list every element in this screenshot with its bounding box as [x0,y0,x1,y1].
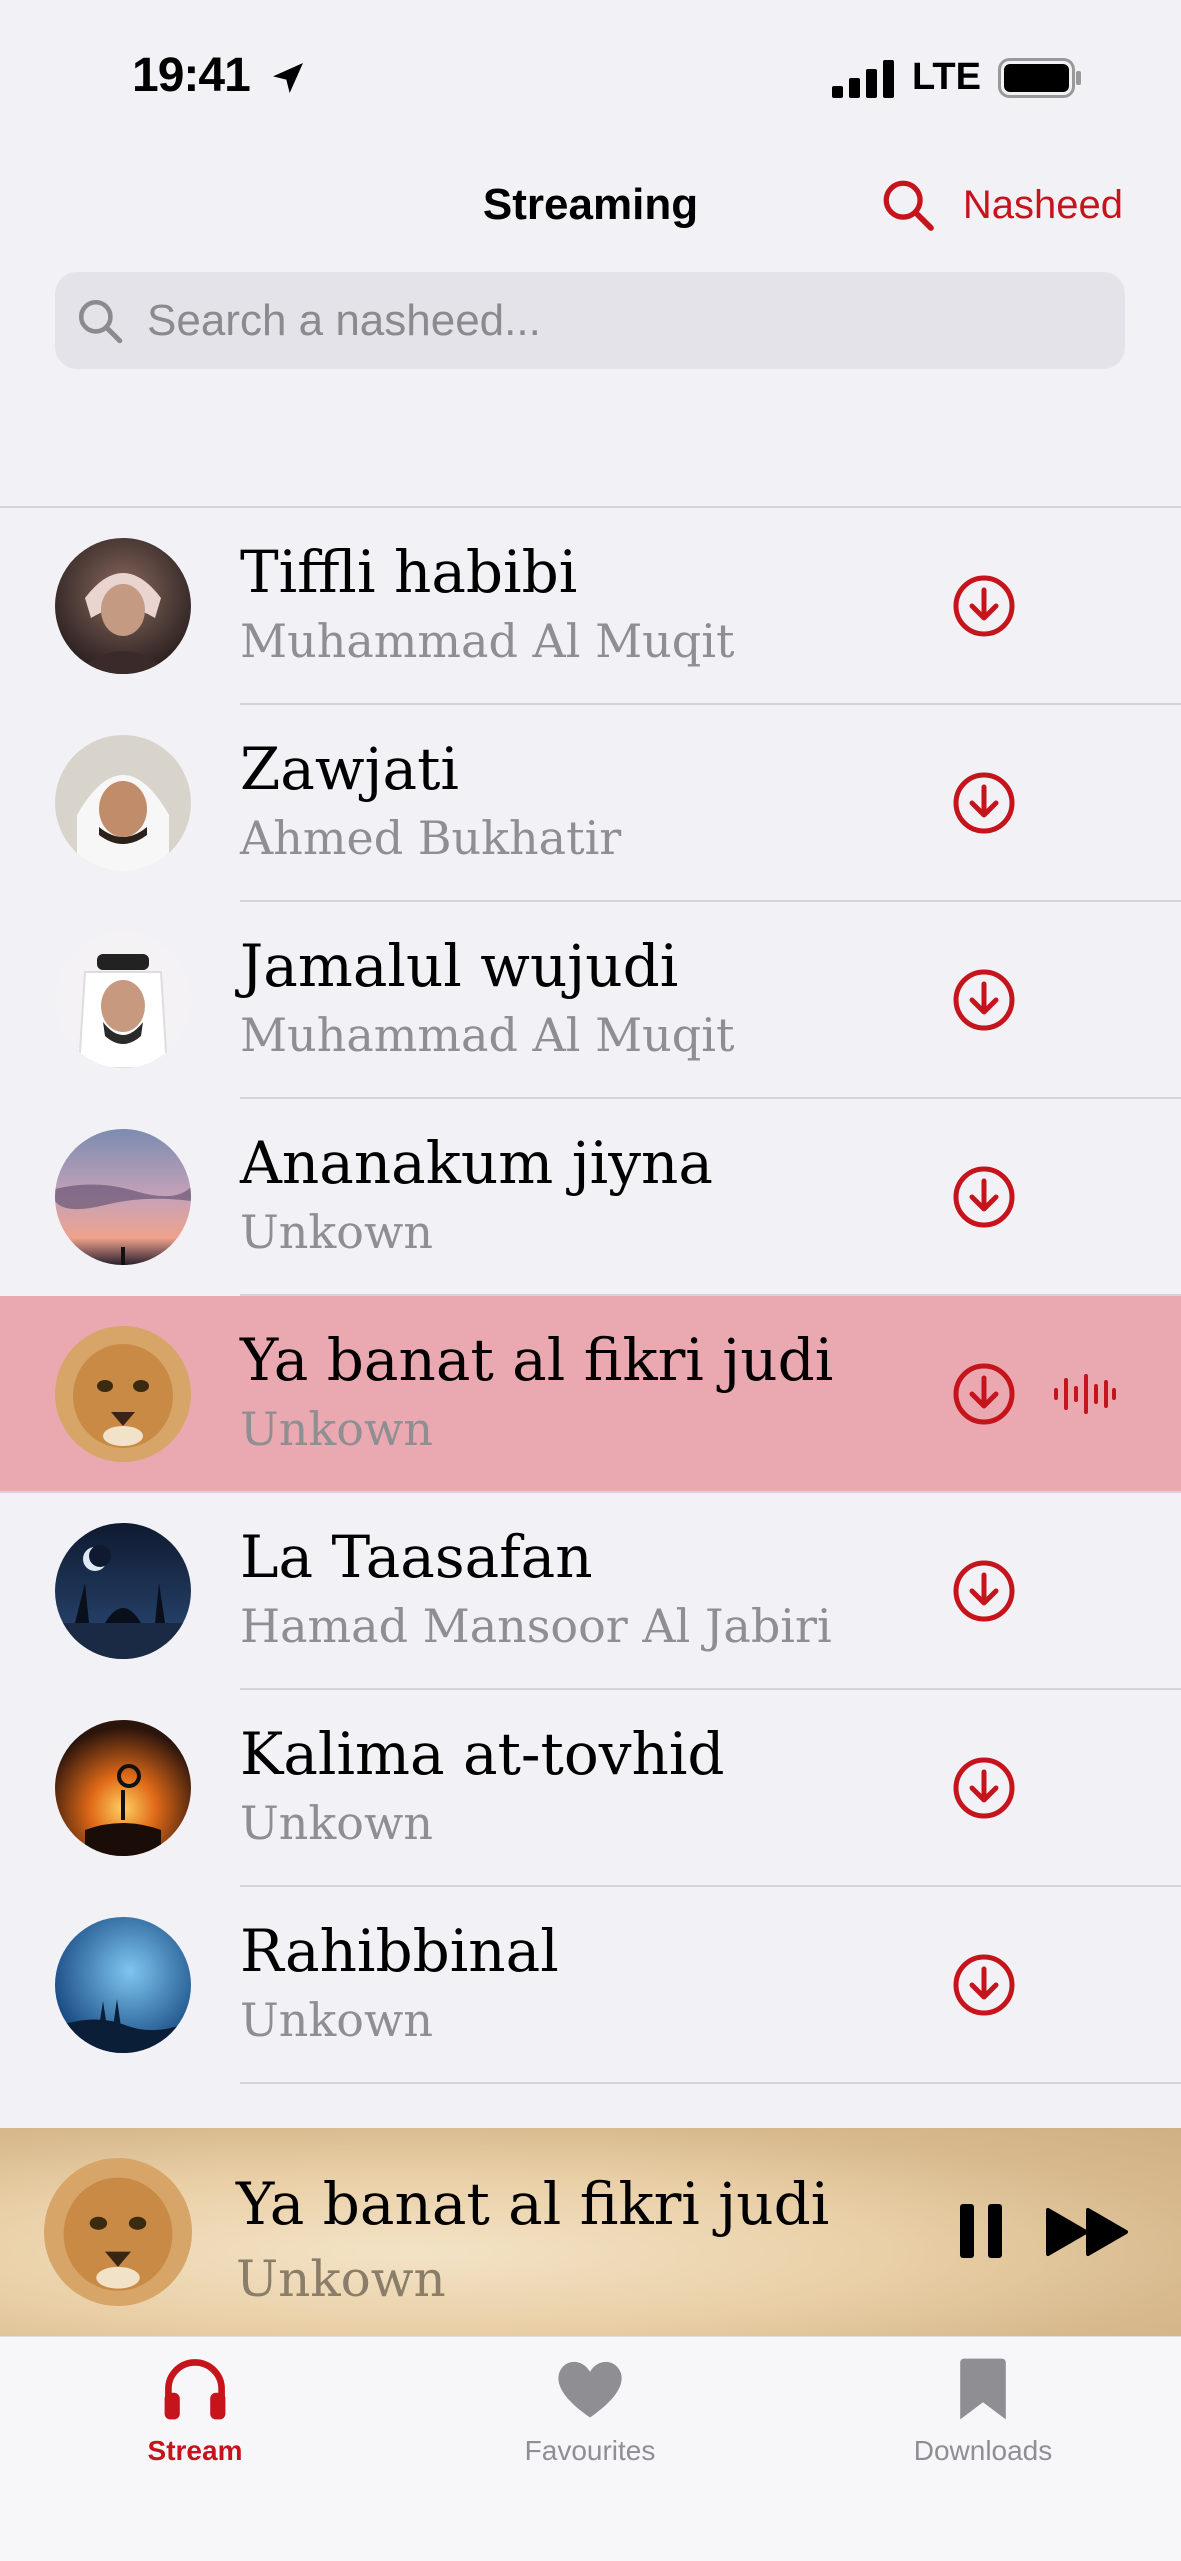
track-title: Zawjati [240,735,459,803]
download-icon[interactable] [952,1559,1016,1623]
now-playing-title: Ya banat al fikri judi [236,2170,830,2238]
artist-avatar [55,1523,191,1659]
nasheed-label: Nasheed [962,182,1123,227]
track-row[interactable]: Kalima at-tovhid Unkown [0,1690,1181,1887]
search-icon [883,180,934,231]
track-title: Ananakum jiyna [240,1129,713,1197]
download-icon[interactable] [952,1756,1016,1820]
artist-avatar [55,1326,191,1462]
heart-icon [558,2361,622,2418]
track-artist: Unkown [240,1796,433,1850]
tab-label: Downloads [913,2435,1053,2466]
artist-avatar [55,932,191,1068]
download-icon[interactable] [952,574,1016,638]
artist-avatar [55,538,191,674]
track-row-playing[interactable]: Ya banat al fikri judi Unkown [0,1296,1181,1493]
now-playing-artwork [44,2158,192,2306]
track-row[interactable]: Ananakum jiyna Unkown [0,1099,1181,1296]
network-type: LTE [912,56,981,98]
tab-stream[interactable]: Stream [75,2351,315,2467]
headphones-icon [164,2359,226,2420]
fast-forward-icon[interactable] [1046,2206,1130,2258]
search-field[interactable]: Search a nasheed... [55,272,1125,369]
track-artist: Unkown [240,1205,433,1259]
search-input[interactable]: Search a nasheed... [147,296,541,346]
artist-avatar [55,1720,191,1856]
tab-label: Favourites [524,2435,656,2466]
location-arrow-icon [273,63,303,93]
track-title: Rahibbinal [240,1917,559,1985]
pause-icon[interactable] [958,2202,1004,2260]
artist-avatar [55,1917,191,2053]
track-artist: Ahmed Bukhatir [240,811,622,865]
status-bar: 19:41 LTE [0,0,1181,140]
track-artist: Muhammad Al Muqit [240,614,735,668]
artist-avatar [55,1129,191,1265]
track-title: La Taasafan [240,1523,593,1591]
row-divider [240,2082,1181,2084]
track-artist: Hamad Mansoor Al Jabiri [240,1599,832,1653]
now-playing-artist: Unkown [236,2250,446,2308]
nasheed-search-button[interactable]: Nasheed [879,176,1123,234]
tab-bar: Stream Favourites Downloads [0,2336,1181,2561]
track-row[interactable]: Rahibbinal Unkown [0,1887,1181,2084]
track-row[interactable]: Jamalul wujudi Muhammad Al Muqit [0,902,1181,1099]
track-title: Ya banat al fikri judi [240,1326,834,1394]
track-row[interactable]: La Taasafan Hamad Mansoor Al Jabiri [0,1493,1181,1690]
tab-downloads[interactable]: Downloads [863,2351,1103,2467]
track-title: Kalima at-tovhid [240,1720,725,1788]
download-icon[interactable] [952,1953,1016,2017]
now-playing-waveform-icon [1054,1374,1116,1414]
track-artist: Muhammad Al Muqit [240,1008,735,1062]
download-icon[interactable] [952,1165,1016,1229]
track-artist: Unkown [240,1402,433,1456]
clock: 19:41 [132,49,251,102]
mini-player[interactable]: Ya banat al fikri judi Unkown [0,2128,1181,2336]
battery-icon [998,58,1081,98]
track-row[interactable]: Tiffli habibi Muhammad Al Muqit [0,508,1181,705]
track-title: Jamalul wujudi [240,932,679,1000]
download-icon[interactable] [952,968,1016,1032]
track-artist: Unkown [240,1993,433,2047]
search-icon [78,299,123,343]
cellular-signal-icon [832,60,894,98]
track-title: Tiffli habibi [240,538,578,606]
download-icon[interactable] [952,771,1016,835]
artist-avatar [55,735,191,871]
track-list: Tiffli habibi Muhammad Al Muqit Zawjati … [0,508,1181,2084]
tab-favourites[interactable]: Favourites [470,2351,710,2467]
track-row[interactable]: Zawjati Ahmed Bukhatir [0,705,1181,902]
download-icon[interactable] [952,1362,1016,1426]
tab-label: Stream [147,2435,243,2466]
bookmark-icon [960,2358,1006,2420]
